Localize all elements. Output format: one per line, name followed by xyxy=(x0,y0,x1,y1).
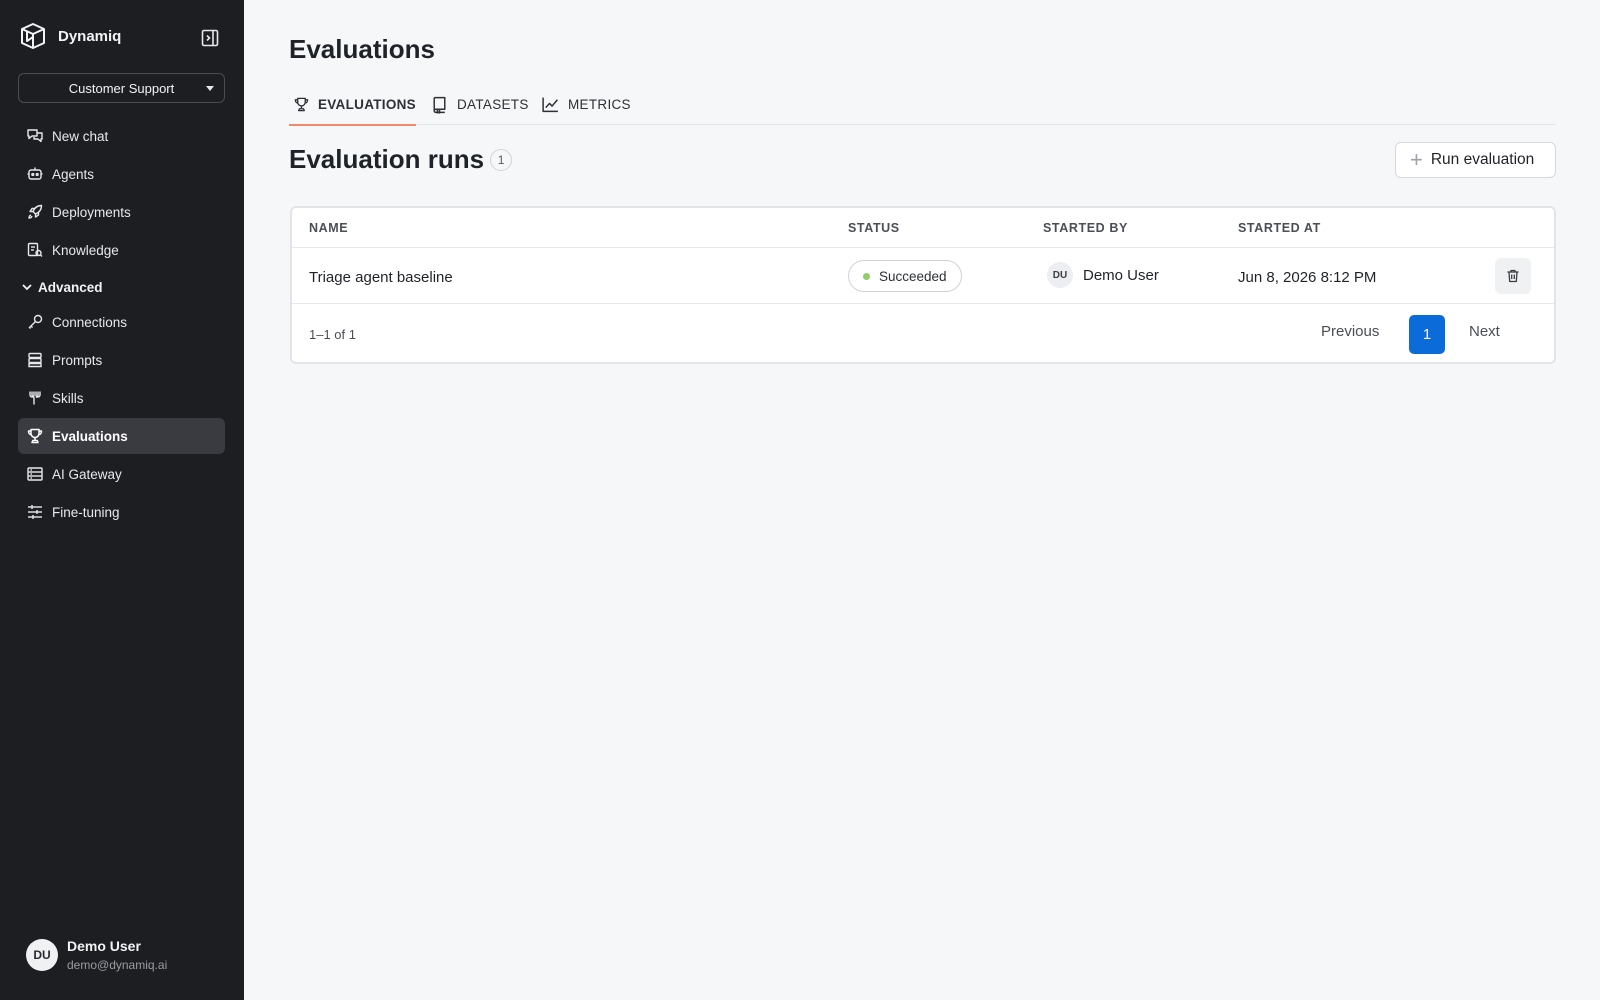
gateway-icon xyxy=(27,467,43,481)
main-content: Evaluations EVALUATIONS DATASETS METRICS… xyxy=(244,0,1600,1000)
sidebar-item-label: Prompts xyxy=(52,352,103,368)
run-name[interactable]: Triage agent baseline xyxy=(309,269,453,286)
dynamiq-logo-icon xyxy=(21,23,45,49)
table-footer: 1–1 of 1 Previous 1 Next xyxy=(292,305,1554,362)
pagination-range: 1–1 of 1 xyxy=(309,327,356,342)
started-by-name: Demo User xyxy=(1083,266,1159,284)
sidebar-item-deployments[interactable]: Deployments xyxy=(18,194,225,230)
column-header-started-at[interactable]: STARTED AT xyxy=(1238,221,1321,235)
sidebar-item-new-chat[interactable]: New chat xyxy=(18,118,225,154)
user-email: demo@dynamiq.ai xyxy=(67,958,168,972)
sidebar-item-label: Deployments xyxy=(52,204,131,220)
page-1-button[interactable]: 1 xyxy=(1409,315,1445,354)
sidebar-item-skills[interactable]: Skills xyxy=(18,380,225,416)
sidebar-item-knowledge[interactable]: Knowledge xyxy=(18,232,225,268)
tab-evaluations[interactable]: EVALUATIONS xyxy=(289,84,416,126)
trophy-icon xyxy=(27,428,43,444)
project-selector-label: Customer Support xyxy=(68,80,175,96)
sidebar-item-evaluations[interactable]: Evaluations xyxy=(18,418,225,454)
project-selector[interactable]: Customer Support xyxy=(18,73,225,103)
sidebar-nav: New chat Agents Deployments Knowledge Ad… xyxy=(18,118,225,532)
table-row[interactable]: Triage agent baseline Succeeded DU Demo … xyxy=(292,248,1554,304)
section-header: Evaluation runs 1 xyxy=(289,144,513,175)
trophy-icon xyxy=(294,97,309,112)
chevron-down-icon xyxy=(22,284,32,291)
trash-icon xyxy=(1507,269,1519,283)
status-dot-icon xyxy=(863,272,870,280)
key-icon xyxy=(28,314,43,329)
bot-icon xyxy=(27,167,43,180)
rocket-icon xyxy=(28,204,43,219)
sidebar-item-label: Knowledge xyxy=(52,242,119,258)
page-title: Evaluations xyxy=(289,34,435,64)
avatar: DU xyxy=(26,939,58,971)
started-by-cell: DU Demo User xyxy=(1047,262,1159,288)
chart-line-icon xyxy=(542,97,558,113)
next-page-button[interactable]: Next xyxy=(1469,323,1500,340)
evaluation-runs-table: NAME STATUS STARTED BY STARTED AT Triage… xyxy=(290,206,1556,364)
prompts-icon xyxy=(28,352,42,368)
count-badge: 1 xyxy=(490,148,513,171)
brand-name: Dynamiq xyxy=(58,27,122,45)
tab-datasets[interactable]: DATASETS xyxy=(430,84,529,125)
chevron-down-icon xyxy=(206,86,214,91)
section-title: Evaluation runs xyxy=(289,144,485,174)
run-evaluation-label: Run evaluation xyxy=(1430,151,1535,168)
sidebar-item-label: AI Gateway xyxy=(52,466,122,482)
user-profile[interactable]: DU Demo User demo@dynamiq.ai xyxy=(26,938,167,972)
avatar: DU xyxy=(1047,262,1073,288)
tab-label: METRICS xyxy=(568,97,631,112)
tab-label: DATASETS xyxy=(457,97,529,112)
sidebar-item-label: Connections xyxy=(52,314,128,330)
sidebar-item-ai-gateway[interactable]: AI Gateway xyxy=(18,456,225,492)
sidebar-item-label: Evaluations xyxy=(52,428,128,444)
sidebar-section-advanced[interactable]: Advanced xyxy=(18,270,225,304)
collapse-sidebar-button[interactable] xyxy=(198,26,222,50)
sidebar-item-label: New chat xyxy=(52,128,109,144)
sidebar-item-fine-tuning[interactable]: Fine-tuning xyxy=(18,494,225,530)
tab-bar: EVALUATIONS DATASETS METRICS xyxy=(289,84,1556,126)
started-at: Jun 8, 2026 8:12 PM xyxy=(1238,269,1377,286)
tab-label: EVALUATIONS xyxy=(317,97,416,112)
brand[interactable]: Dynamiq xyxy=(18,18,121,54)
sidebar-item-label: Skills xyxy=(52,390,84,406)
user-name: Demo User xyxy=(67,938,141,954)
sidebar-item-connections[interactable]: Connections xyxy=(18,304,225,340)
table-header: NAME STATUS STARTED BY STARTED AT xyxy=(292,208,1554,248)
run-evaluation-button[interactable]: + Run evaluation xyxy=(1395,142,1556,178)
tab-metrics[interactable]: METRICS xyxy=(541,84,631,125)
previous-page-button[interactable]: Previous xyxy=(1321,323,1379,340)
status-label: Succeeded xyxy=(879,268,947,284)
status-badge: Succeeded xyxy=(848,260,962,292)
chat-icon xyxy=(27,129,43,143)
skills-icon xyxy=(29,391,41,405)
column-header-started-by[interactable]: STARTED BY xyxy=(1043,221,1128,235)
sidebar: Dynamiq Customer Support New chat Agents… xyxy=(0,0,244,1000)
sidebar-toggle-icon xyxy=(201,29,219,47)
knowledge-icon xyxy=(27,242,43,257)
sidebar-section-label: Advanced xyxy=(38,279,103,295)
sliders-icon xyxy=(28,505,42,519)
sidebar-item-label: Fine-tuning xyxy=(52,504,120,520)
plus-icon: + xyxy=(1410,147,1423,172)
sidebar-item-prompts[interactable]: Prompts xyxy=(18,342,225,378)
sidebar-item-agents[interactable]: Agents xyxy=(18,156,225,192)
book-icon xyxy=(433,96,446,114)
delete-run-button[interactable] xyxy=(1495,258,1531,294)
column-header-name[interactable]: NAME xyxy=(309,221,348,235)
column-header-status[interactable]: STATUS xyxy=(848,221,900,235)
sidebar-item-label: Agents xyxy=(52,166,95,182)
